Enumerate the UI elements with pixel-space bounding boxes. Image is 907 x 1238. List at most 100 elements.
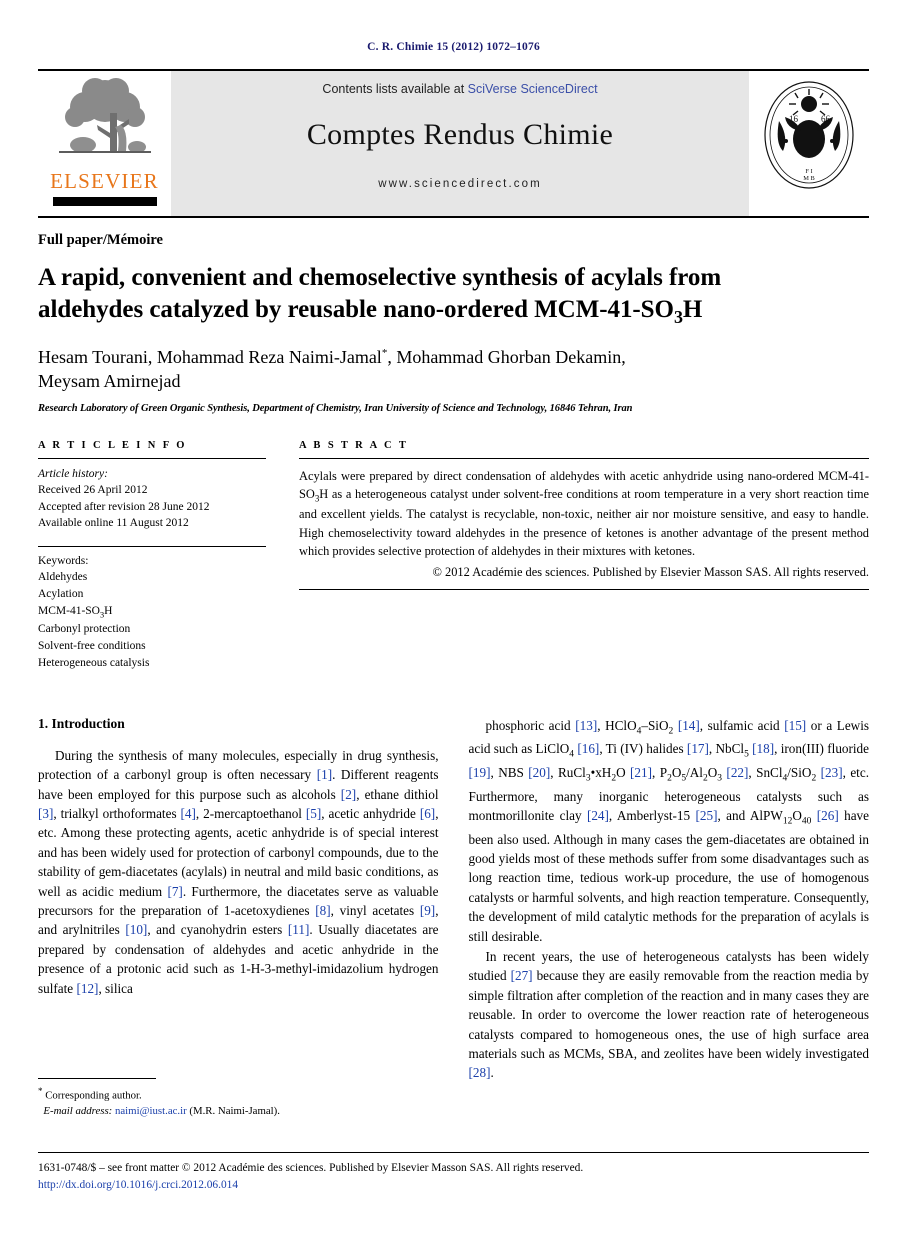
title-line-2-pre: aldehydes catalyzed by reusable nano-ord…	[38, 295, 674, 323]
keywords-label: Keywords:	[38, 554, 89, 567]
corresponding-author-note: * Corresponding author.	[38, 1085, 430, 1104]
citation-link[interactable]: [25]	[696, 808, 718, 823]
abstract-bottom-rule	[299, 589, 869, 591]
citation-link[interactable]: [19]	[469, 765, 491, 780]
intro-paragraph-right-1: phosphoric acid [13], HClO4–SiO2 [14], s…	[468, 717, 870, 944]
citation-link[interactable]: [21]	[630, 765, 652, 780]
abstract-heading: A B S T R A C T	[299, 439, 409, 451]
running-head: C. R. Chimie 15 (2012) 1072–1076	[367, 41, 540, 53]
citation-link[interactable]: [13]	[575, 718, 597, 733]
article-type-label: Full paper/Mémoire	[38, 232, 163, 248]
keyword-item: Solvent-free conditions	[38, 640, 146, 653]
email-suffix: (M.R. Naimi-Jamal).	[186, 1104, 280, 1117]
introduction-heading: 1. Introduction	[38, 715, 125, 731]
elsevier-tree-icon	[52, 75, 157, 167]
title-subscript: 3	[673, 306, 683, 327]
abstract-copyright: © 2012 Académie des sciences. Published …	[432, 565, 869, 580]
citation-link[interactable]: [7]	[167, 884, 182, 899]
citation-link[interactable]: [22]	[726, 765, 748, 780]
masthead-bottom-rule	[38, 216, 869, 218]
keywords-block: Keywords: Aldehydes Acylation MCM-41-SO3…	[38, 547, 266, 672]
citation-link[interactable]: [24]	[587, 808, 609, 823]
journal-title: Comptes Rendus Chimie	[306, 118, 614, 151]
history-available-online: Available online 11 August 2012	[38, 517, 189, 530]
academie-des-sciences-seal-icon: 16 66 F I M B	[764, 81, 854, 189]
article-history-label: Article history:	[38, 467, 108, 480]
citation-link[interactable]: [14]	[678, 718, 700, 733]
citation-link[interactable]: [18]	[752, 741, 774, 756]
keyword-item: Aldehydes	[38, 571, 88, 584]
article-info-column: A R T I C L E I N F O Article history: R…	[38, 440, 266, 672]
article-title: A rapid, convenient and chemoselective s…	[38, 262, 869, 328]
abstract-part-2: H as a heterogeneous catalyst under solv…	[299, 486, 869, 558]
contents-prefix: Contents lists available at	[322, 82, 468, 96]
citation-link[interactable]: [4]	[181, 806, 196, 821]
citation-link[interactable]: [26]	[817, 808, 839, 823]
abstract-text: Acylals were prepared by direct condensa…	[299, 459, 869, 561]
citation-link[interactable]: [27]	[511, 968, 533, 983]
email-line: E-mail address: naimi@iust.ac.ir (M.R. N…	[38, 1104, 430, 1119]
svg-text:66: 66	[821, 114, 831, 124]
title-line-1: A rapid, convenient and chemoselective s…	[38, 264, 722, 291]
svg-text:M B: M B	[803, 175, 815, 182]
journal-website-url[interactable]: www.sciencedirect.com	[378, 178, 542, 190]
page-footer: 1631-0748/$ – see front matter © 2012 Ac…	[38, 1152, 869, 1193]
intro-paragraph-right-2: In recent years, the use of heterogeneou…	[468, 948, 870, 1081]
citation-link[interactable]: [5]	[306, 806, 321, 821]
citation-link[interactable]: [15]	[784, 718, 806, 733]
citation-link[interactable]: [11]	[288, 922, 309, 937]
front-matter-line: 1631-0748/$ – see front matter © 2012 Ac…	[38, 1162, 584, 1174]
authors-line-1-pre: Hesam Tourani, Mohammad Reza Naimi-Jamal	[38, 346, 382, 367]
email-label: E-mail address:	[43, 1104, 113, 1117]
article-info-heading: A R T I C L E I N F O	[38, 439, 187, 451]
svg-text:16: 16	[789, 114, 799, 124]
citation-link[interactable]: [16]	[577, 741, 599, 756]
history-accepted: Accepted after revision 28 June 2012	[38, 500, 210, 513]
article-history-block: Article history: Received 26 April 2012 …	[38, 459, 266, 532]
citation-link[interactable]: [12]	[76, 981, 98, 996]
author-list: Hesam Tourani, Mohammad Reza Naimi-Jamal…	[38, 345, 869, 394]
article-page: C. R. Chimie 15 (2012) 1072–1076 ELSEVIE…	[0, 0, 907, 1238]
citation-link[interactable]: [28]	[469, 1065, 491, 1080]
citation-link[interactable]: [6]	[420, 806, 435, 821]
keyword-item: Heterogeneous catalysis	[38, 656, 150, 669]
citation-link[interactable]: [10]	[125, 922, 147, 937]
doi-link[interactable]: http://dx.doi.org/10.1016/j.crci.2012.06…	[38, 1177, 869, 1194]
corresponding-author-text: Corresponding author.	[42, 1089, 142, 1102]
masthead-center: Contents lists available at SciVerse Sci…	[171, 71, 749, 216]
email-link[interactable]: naimi@iust.ac.ir	[115, 1105, 187, 1117]
citation-link[interactable]: [2]	[341, 787, 356, 802]
history-received: Received 26 April 2012	[38, 484, 148, 497]
sciverse-sciencedirect-link[interactable]: SciVerse ScienceDirect	[468, 82, 598, 96]
footer-rule	[38, 1152, 869, 1153]
elsevier-bar	[52, 197, 157, 206]
keyword-item: MCM-41-SO3H	[38, 605, 113, 620]
author-affiliation: Research Laboratory of Green Organic Syn…	[38, 402, 633, 414]
citation-link[interactable]: [20]	[528, 765, 550, 780]
elsevier-wordmark: ELSEVIER	[50, 169, 159, 193]
footnote-rule	[38, 1078, 156, 1079]
citation-link[interactable]: [8]	[315, 903, 330, 918]
citation-link[interactable]: [3]	[38, 806, 53, 821]
info-abstract-region: A R T I C L E I N F O Article history: R…	[38, 440, 869, 672]
citation-link[interactable]: [23]	[821, 765, 843, 780]
citation-link[interactable]: [9]	[420, 903, 435, 918]
citation-link[interactable]: [17]	[687, 741, 709, 756]
svg-text:F I: F I	[805, 168, 812, 175]
elsevier-logo: ELSEVIER	[38, 71, 171, 216]
body-column-left: 1. Introduction During the synthesis of …	[38, 716, 439, 1083]
keyword-item: Acylation	[38, 588, 84, 601]
academy-seal: 16 66 F I M B	[749, 71, 869, 216]
authors-line-1-post: , Mohammad Ghorban Dekamin,	[387, 346, 626, 367]
body-columns: 1. Introduction During the synthesis of …	[38, 716, 869, 1083]
abstract-column: A B S T R A C T Acylals were prepared by…	[299, 440, 869, 672]
body-column-right: phosphoric acid [13], HClO4–SiO2 [14], s…	[469, 716, 870, 1083]
contents-available-line: Contents lists available at SciVerse Sci…	[322, 82, 597, 96]
keyword-item: Carbonyl protection	[38, 623, 131, 636]
intro-paragraph-left: During the synthesis of many molecules, …	[38, 747, 439, 996]
journal-masthead: ELSEVIER Contents lists available at Sci…	[38, 69, 869, 216]
authors-line-2: Meysam Amirnejad	[38, 371, 181, 392]
citation-link[interactable]: [1]	[317, 767, 332, 782]
corresponding-author-footnote: * Corresponding author. E-mail address: …	[38, 1078, 430, 1119]
title-line-2-post: H	[682, 295, 703, 323]
